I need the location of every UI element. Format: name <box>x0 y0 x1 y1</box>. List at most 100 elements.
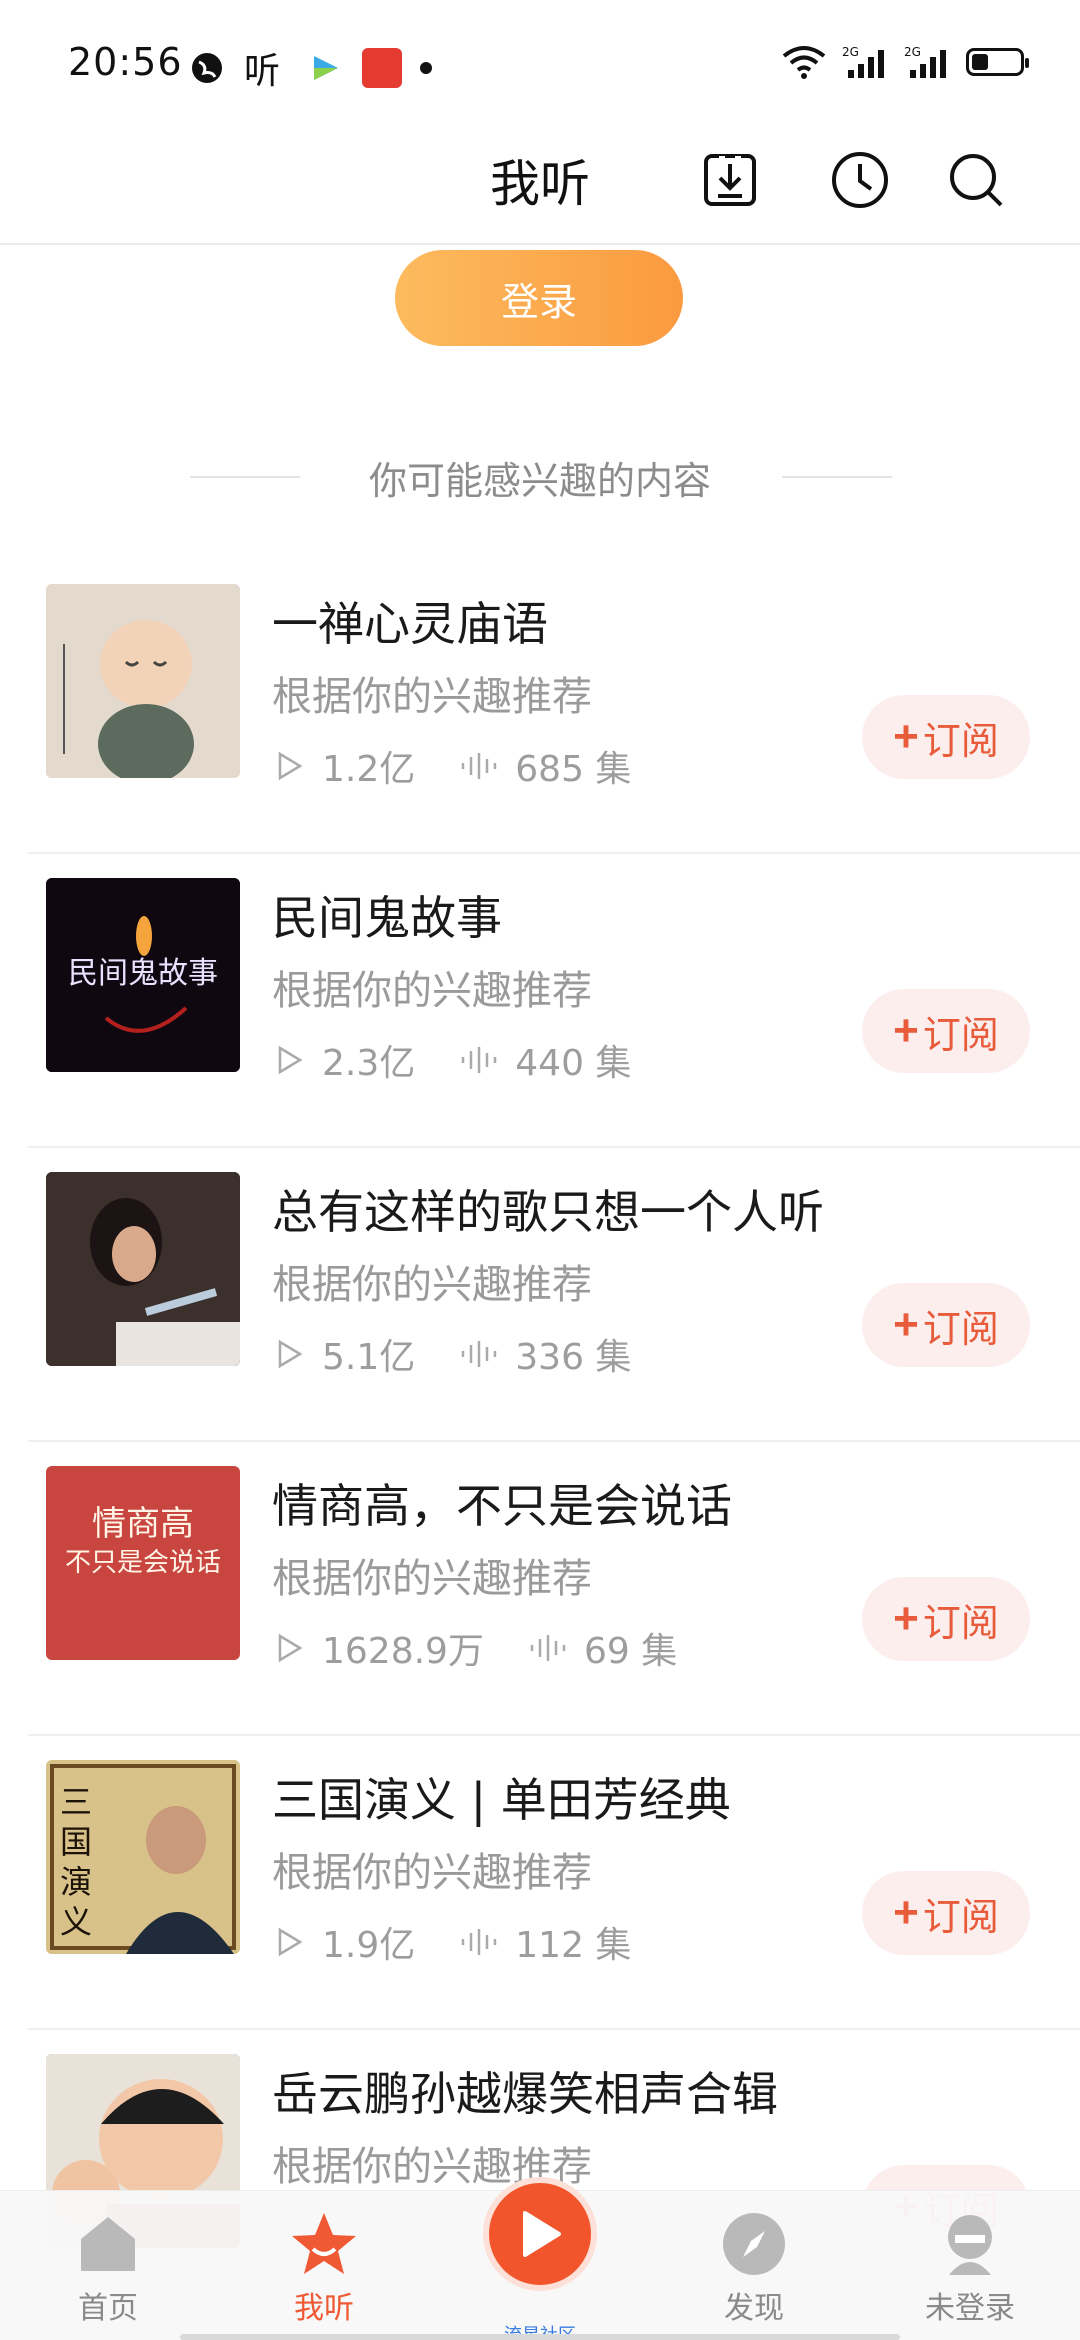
subscribe-button[interactable]: +订阅 <box>862 1283 1030 1367</box>
play-count: 2.3亿 <box>322 1043 416 1084</box>
subscribe-button[interactable]: +订阅 <box>862 695 1030 779</box>
album-cover: 情商高 不只是会说话 <box>46 1466 240 1660</box>
subscribe-button[interactable]: +订阅 <box>862 989 1030 1073</box>
episodes-icon <box>462 753 497 779</box>
section-title: 你可能感兴趣的内容 <box>368 459 711 503</box>
more-notifications-dot <box>420 62 432 74</box>
subscribe-button[interactable]: +订阅 <box>862 1577 1030 1661</box>
bottom-navigation: 首页 我听 流星社区 发现 未登录 <box>0 2177 1080 2340</box>
plus-icon: + <box>893 1888 919 1937</box>
status-notification-icons: 听 <box>188 42 432 94</box>
album-title: 民间鬼故事 <box>272 891 502 945</box>
subscribe-label: 订阅 <box>922 1014 999 1057</box>
play-count: 1.9亿 <box>322 1925 416 1966</box>
play-count-icon <box>278 751 303 781</box>
signal-icon-2: 2G <box>904 45 946 78</box>
nav-profile-label: 未登录 <box>925 2291 1015 2326</box>
episodes-icon <box>530 1635 566 1661</box>
search-icon[interactable] <box>936 140 1016 220</box>
video-app-icon <box>306 49 344 87</box>
subscribe-label: 订阅 <box>922 1602 999 1645</box>
status-system-icons: 2G 2G <box>782 44 1029 80</box>
battery-icon <box>966 48 1029 76</box>
svg-text:2G: 2G <box>904 45 921 59</box>
gesture-bar[interactable] <box>180 2334 900 2340</box>
page-title: 我听 <box>490 155 590 213</box>
album-title: 总有这样的歌只想一个人听 <box>272 1185 824 1239</box>
episode-count: 685 集 <box>515 749 632 790</box>
album-cover <box>46 584 240 778</box>
play-count-icon <box>278 1339 303 1369</box>
album-stats: 5.1亿 336 集 <box>274 1328 631 1380</box>
play-count-icon <box>278 1927 303 1957</box>
subscribe-label: 订阅 <box>922 1896 999 1939</box>
list-item[interactable]: 民间鬼故事 民间鬼故事 根据你的兴趣推荐 2.3亿 440 集 + 订阅 <box>28 854 1080 1148</box>
download-icon[interactable] <box>690 140 770 220</box>
status-time: 20:56 <box>68 40 183 84</box>
list-item[interactable]: 三国演义 三国演义 | 单田芳经典 根据你的兴趣推荐 1.9亿 112 集 + 订… <box>28 1736 1080 2030</box>
list-item[interactable]: 情商高 不只是会说话 情商高，不只是会说话 根据你的兴趣推荐 1628.9万 6… <box>28 1442 1080 1736</box>
section-divider-right <box>782 476 892 478</box>
plus-icon: + <box>893 1594 919 1643</box>
history-clock-icon[interactable] <box>820 140 900 220</box>
episodes-icon <box>462 1047 497 1073</box>
nav-home[interactable]: 首页 <box>38 2209 178 2327</box>
album-cover: 三国演义 <box>46 1760 240 1954</box>
play-count: 1628.9万 <box>322 1631 484 1672</box>
login-button[interactable]: 登录 <box>395 250 683 346</box>
episode-count: 112 集 <box>515 1925 632 1966</box>
album-stats: 1628.9万 69 集 <box>274 1622 677 1674</box>
cover-caption: 情商高 <box>92 1504 194 1544</box>
album-cover: 民间鬼故事 <box>46 878 240 1072</box>
nav-discover-label: 发现 <box>724 2291 784 2326</box>
star-icon <box>292 2213 356 2274</box>
album-reason: 根据你的兴趣推荐 <box>272 1262 592 1308</box>
compass-icon <box>723 2213 785 2275</box>
play-icon <box>523 2211 561 2257</box>
signal-icon: 2G <box>842 45 884 78</box>
nav-home-label: 首页 <box>78 2291 138 2326</box>
play-count: 1.2亿 <box>322 749 416 790</box>
plus-icon: + <box>893 1006 919 1055</box>
nav-profile[interactable]: 未登录 <box>900 2209 1040 2327</box>
nav-mine-label: 我听 <box>294 2291 354 2326</box>
album-reason: 根据你的兴趣推荐 <box>272 674 592 720</box>
kuaishou-app-icon <box>362 48 402 88</box>
plus-icon: + <box>893 1300 919 1349</box>
album-title: 一禅心灵庙语 <box>272 597 548 651</box>
svg-text:2G: 2G <box>842 45 859 59</box>
globe-icon <box>188 49 226 87</box>
avatar-icon <box>948 2215 992 2275</box>
plus-icon: + <box>893 712 919 761</box>
album-reason: 根据你的兴趣推荐 <box>272 1556 592 1602</box>
episodes-icon <box>462 1929 497 1955</box>
cover-caption: 民间鬼故事 <box>68 956 218 991</box>
album-reason: 根据你的兴趣推荐 <box>272 968 592 1014</box>
album-title: 岳云鹏孙越爆笑相声合辑 <box>272 2067 778 2121</box>
subscribe-button[interactable]: +订阅 <box>862 1871 1030 1955</box>
episode-count: 336 集 <box>515 1337 632 1378</box>
now-playing-button[interactable] <box>483 2177 597 2291</box>
top-header: 我听 <box>0 120 1080 245</box>
episode-count: 69 集 <box>583 1631 678 1672</box>
album-stats: 1.2亿 685 集 <box>274 740 631 792</box>
status-bar: 20:56 听 2G 2G <box>0 0 1080 120</box>
cover-caption-2: 不只是会说话 <box>64 1548 221 1578</box>
album-title: 三国演义 | 单田芳经典 <box>272 1773 731 1827</box>
album-title: 情商高，不只是会说话 <box>272 1479 732 1533</box>
play-count: 5.1亿 <box>322 1337 416 1378</box>
list-item[interactable]: 总有这样的歌只想一个人听 根据你的兴趣推荐 5.1亿 336 集 + 订阅 <box>28 1148 1080 1442</box>
list-item[interactable]: 一禅心灵庙语 根据你的兴趣推荐 1.2亿 685 集 + 订阅 <box>28 560 1080 854</box>
album-stats: 2.3亿 440 集 <box>274 1034 631 1086</box>
nav-discover[interactable]: 发现 <box>684 2209 824 2327</box>
recommendation-list: 一禅心灵庙语 根据你的兴趣推荐 1.2亿 685 集 + 订阅 民间鬼故事 民间鬼… <box>0 560 1080 2324</box>
subscribe-label: 订阅 <box>922 720 999 763</box>
cover-caption: 三国演义 <box>60 1783 93 1941</box>
play-count-icon <box>278 1633 303 1663</box>
album-cover <box>46 1172 240 1366</box>
album-reason: 根据你的兴趣推荐 <box>272 1850 592 1896</box>
play-count-icon <box>278 1045 303 1075</box>
ting-app-icon: 听 <box>244 51 281 92</box>
nav-mine[interactable]: 我听 <box>254 2209 394 2327</box>
home-icon <box>81 2217 135 2271</box>
